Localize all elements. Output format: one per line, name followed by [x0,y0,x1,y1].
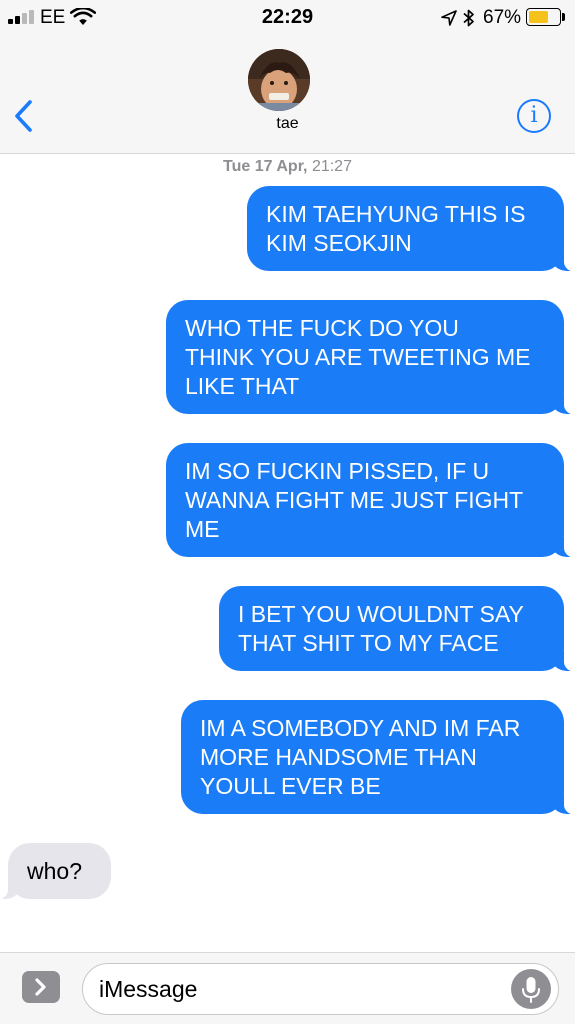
microphone-icon [522,977,540,1003]
apps-button[interactable] [22,971,60,1003]
dictation-button[interactable] [511,969,551,1009]
message-input-placeholder: iMessage [99,976,198,1002]
timestamp-time: 21:27 [311,158,352,175]
avatar-photo [248,49,310,111]
message-bubble-sent[interactable]: I BET YOU WOULDNT SAY THAT SHIT TO MY FA… [219,586,575,672]
battery-icon [526,8,561,26]
apps-chevron-icon [35,978,46,996]
info-button[interactable]: i [517,99,551,133]
message-bubble-sent[interactable]: KIM TAEHYUNG THIS IS KIM SEOKJIN [247,186,575,272]
imessage-screen: EE 22:29 67% tae i Tue 17 Apr, 21:27 KIM… [0,0,575,1024]
conversation-header: tae i [0,36,575,154]
location-icon [441,10,457,26]
bluetooth-icon [463,9,474,27]
contact-name[interactable]: tae [0,115,575,133]
battery-tip [562,13,565,21]
message-list: Tue 17 Apr, 21:27 KIM TAEHYUNG THIS IS K… [0,154,575,952]
battery-level-fill [529,11,548,23]
conversation-timestamp: Tue 17 Apr, 21:27 [0,158,575,176]
message-bubble-sent[interactable]: WHO THE FUCK DO YOU THINK YOU ARE TWEETI… [166,300,575,415]
battery-percentage: 67% [483,7,522,28]
contact-avatar[interactable] [248,49,310,111]
info-icon: i [530,103,538,128]
message-bubble-sent[interactable]: IM SO FUCKIN PISSED, IF U WANNA FIGHT ME… [166,443,575,558]
message-bubble-received[interactable]: who? [0,843,111,900]
compose-bar: iMessage [0,952,575,1024]
message-input[interactable]: iMessage [82,963,559,1015]
message-bubble-sent[interactable]: IM A SOMEBODY AND IM FAR MORE HANDSOME T… [181,700,575,815]
timestamp-day: Tue 17 Apr, [223,158,308,175]
status-bar: EE 22:29 67% [0,0,575,36]
